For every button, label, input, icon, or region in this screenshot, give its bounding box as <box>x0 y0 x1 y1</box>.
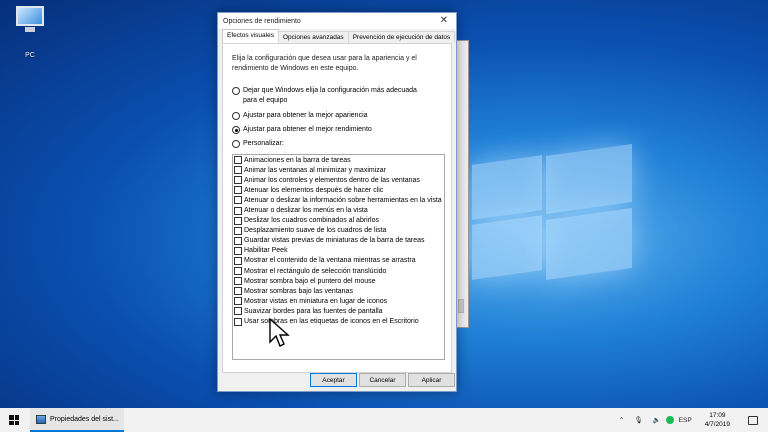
visual-effects-list[interactable]: Animaciones en la barra de tareas Animar … <box>232 154 445 360</box>
checkbox-item[interactable]: Suavizar bordes para las fuentes de pant… <box>233 306 444 316</box>
radio-button-selected <box>232 126 240 134</box>
taskbar: Propiedades del sist... ⌃ 🎙 🔈 ESP 17:09 … <box>0 408 768 432</box>
checkbox-item[interactable]: Animar las ventanas al minimizar y maxim… <box>233 165 444 175</box>
tab-strip: Efectos visuales Opciones avanzadas Prev… <box>218 29 456 43</box>
checkbox-item[interactable]: Atenuar o deslizar la información sobre … <box>233 195 444 205</box>
desktop-icon-label: PC <box>25 52 35 59</box>
checkbox[interactable] <box>234 256 242 265</box>
spotify-icon[interactable] <box>665 416 674 424</box>
taskbar-item-label: Propiedades del sist... <box>50 415 119 423</box>
checkbox-item[interactable]: Mostrar el contenido de la ventana mient… <box>233 256 444 266</box>
checkbox-label: Atenuar o deslizar los menús en la vista <box>244 207 368 215</box>
checkbox-item[interactable]: Atenuar los elementos después de hacer c… <box>233 185 444 195</box>
apply-button[interactable]: Aplicar <box>408 373 455 387</box>
checkbox-item[interactable]: Atenuar o deslizar los menús en la vista <box>233 205 444 215</box>
checkbox[interactable] <box>234 166 242 175</box>
checkbox-label: Desplazamiento suave de los cuadros de l… <box>244 227 387 235</box>
checkbox-label: Mostrar el rectángulo de selección trans… <box>244 267 387 275</box>
checkbox-item[interactable]: Animar los controles y elementos dentro … <box>233 175 444 185</box>
tab-visual-effects[interactable]: Efectos visuales <box>222 29 279 43</box>
checkbox-item[interactable]: Mostrar el rectángulo de selección trans… <box>233 266 444 276</box>
computer-icon <box>13 4 47 34</box>
checkbox[interactable] <box>234 267 242 276</box>
checkbox-item[interactable]: Habilitar Peek <box>233 246 444 256</box>
radio-best-performance[interactable]: Ajustar para obtener el mejor rendimient… <box>232 125 372 135</box>
checkbox-label: Deslizar los cuadros combinados al abrir… <box>244 217 380 225</box>
checkbox-label: Atenuar los elementos después de hacer c… <box>244 186 384 194</box>
checkbox-label: Animaciones en la barra de tareas <box>244 156 351 164</box>
checkbox-item[interactable]: Animaciones en la barra de tareas <box>233 155 444 165</box>
checkbox[interactable] <box>234 186 242 195</box>
clock-date: 4/7/2019 <box>704 421 730 428</box>
checkbox[interactable] <box>234 297 242 306</box>
radio-button <box>232 87 240 95</box>
volume-icon[interactable]: 🔈 <box>653 416 661 424</box>
checkbox[interactable] <box>234 246 242 255</box>
chevron-up-icon[interactable]: ⌃ <box>619 416 624 424</box>
checkbox-item[interactable]: Mostrar sombras bajo las ventanas <box>233 286 444 296</box>
notifications-icon[interactable] <box>748 415 758 425</box>
checkbox-label: Mostrar el contenido de la ventana mient… <box>244 257 416 265</box>
system-properties-icon <box>36 414 46 424</box>
checkbox-item[interactable]: Deslizar los cuadros combinados al abrir… <box>233 216 444 226</box>
radio-button <box>232 112 240 120</box>
checkbox-item[interactable]: Mostrar vistas en miniatura en lugar de … <box>233 296 444 306</box>
radio-best-appearance[interactable]: Ajustar para obtener la mejor apariencia <box>232 111 368 121</box>
checkbox-label: Animar los controles y elementos dentro … <box>244 176 420 184</box>
radio-label: Ajustar para obtener la mejor apariencia <box>243 112 368 119</box>
checkbox[interactable] <box>234 287 242 296</box>
performance-options-dialog: Opciones de rendimiento ✕ Efectos visual… <box>217 12 457 392</box>
checkbox[interactable] <box>234 226 242 235</box>
background-window-control <box>458 299 464 313</box>
radio-custom[interactable]: Personalizar: <box>232 139 284 149</box>
tab-panel: Elija la configuración que desea usar pa… <box>222 43 452 373</box>
microphone-icon[interactable]: 🎙 <box>634 416 642 424</box>
dialog-titlebar[interactable]: Opciones de rendimiento ✕ <box>218 13 456 29</box>
clock[interactable]: 17:09 4/7/2019 <box>705 411 730 429</box>
checkbox[interactable] <box>234 206 242 215</box>
checkbox[interactable] <box>234 156 242 165</box>
checkbox-item[interactable]: Usar sombras en las etiquetas de iconos … <box>233 317 444 327</box>
wallpaper-windows-logo <box>472 143 632 281</box>
system-tray: ⌃ 🎙 🔈 ESP 17:09 4/7/2019 <box>614 408 768 432</box>
checkbox[interactable] <box>234 176 242 185</box>
checkbox[interactable] <box>234 277 242 286</box>
checkbox-label: Animar las ventanas al minimizar y maxim… <box>244 166 386 174</box>
description-text: Elija la configuración que desea usar pa… <box>232 55 417 72</box>
checkbox-item[interactable]: Mostrar sombra bajo el puntero del mouse <box>233 276 444 286</box>
checkbox[interactable] <box>234 307 242 316</box>
cancel-button[interactable]: Cancelar <box>359 373 406 387</box>
checkbox-item[interactable]: Guardar vistas previas de miniaturas de … <box>233 236 444 246</box>
checkbox[interactable] <box>234 317 242 326</box>
checkbox[interactable] <box>234 196 242 205</box>
checkbox-label: Atenuar o deslizar la información sobre … <box>244 196 442 204</box>
checkbox[interactable] <box>234 216 242 225</box>
radio-button <box>232 140 240 148</box>
dialog-title: Opciones de rendimiento <box>223 17 301 25</box>
checkbox-label: Suavizar bordes para las fuentes de pant… <box>244 307 383 315</box>
radio-let-windows-choose[interactable]: Dejar que Windows elija la configuración… <box>232 86 432 105</box>
checkbox-label: Mostrar sombras bajo las ventanas <box>244 287 353 295</box>
tab-advanced-options[interactable]: Opciones avanzadas <box>277 31 349 43</box>
checkbox-label: Habilitar Peek <box>244 247 288 255</box>
taskbar-item-system-properties[interactable]: Propiedades del sist... <box>30 408 124 432</box>
checkbox[interactable] <box>234 236 242 245</box>
start-button[interactable] <box>0 408 28 432</box>
radio-label: Personalizar: <box>243 140 284 147</box>
checkbox-item[interactable]: Desplazamiento suave de los cuadros de l… <box>233 226 444 236</box>
language-indicator[interactable]: ESP <box>679 417 692 424</box>
ok-button[interactable]: Aceptar <box>310 373 357 387</box>
checkbox-label: Guardar vistas previas de miniaturas de … <box>244 237 425 245</box>
checkbox-label: Mostrar vistas en miniatura en lugar de … <box>244 297 388 305</box>
checkbox-label: Mostrar sombra bajo el puntero del mouse <box>244 277 376 285</box>
clock-time: 17:09 <box>709 412 726 419</box>
close-icon[interactable]: ✕ <box>440 15 448 26</box>
windows-logo-icon <box>9 415 19 425</box>
tab-data-execution-prevention[interactable]: Prevención de ejecución de datos <box>347 31 456 43</box>
radio-label: Ajustar para obtener el mejor rendimient… <box>243 126 372 133</box>
desktop-icon-pc[interactable]: PC <box>8 4 52 59</box>
mouse-cursor-icon <box>269 318 290 347</box>
radio-label: Dejar que Windows elija la configuración… <box>243 87 417 104</box>
